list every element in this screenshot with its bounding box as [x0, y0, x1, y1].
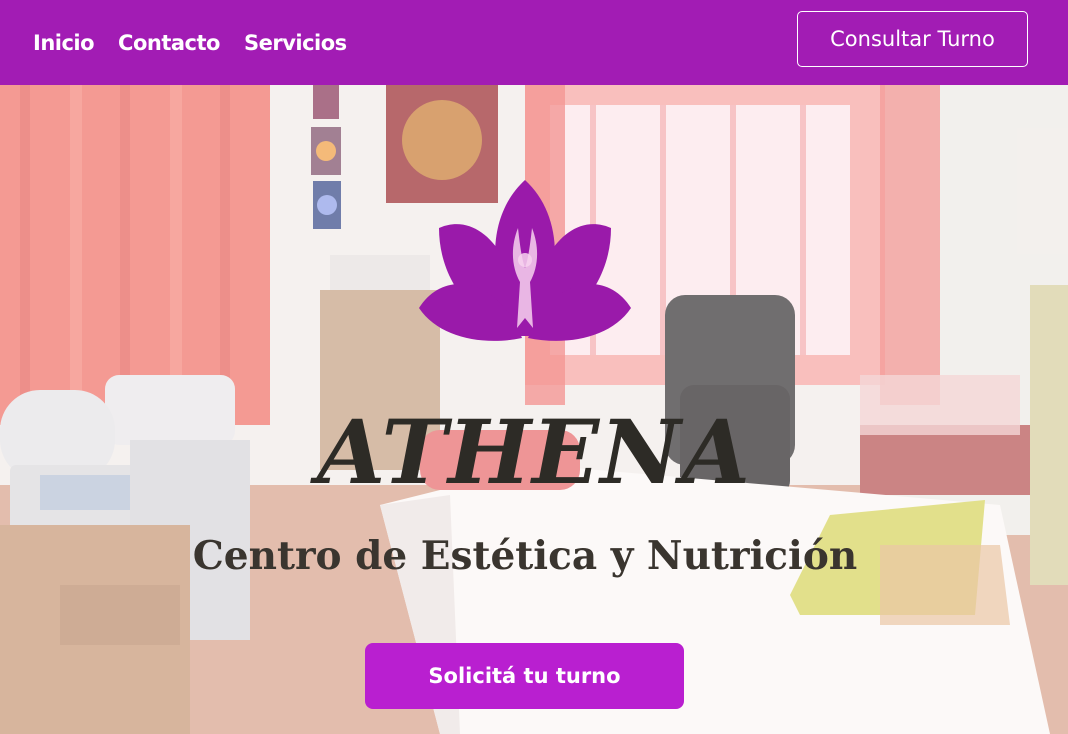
nav-link-inicio[interactable]: Inicio: [33, 31, 95, 55]
consultar-turno-button[interactable]: Consultar Turno: [797, 11, 1028, 67]
solicita-turno-button[interactable]: Solicitá tu turno: [365, 643, 684, 709]
nav-link-contacto[interactable]: Contacto: [118, 31, 220, 55]
hero-content: ATHENA Centro de Estética y Nutrición So…: [0, 85, 1068, 734]
top-navbar: Inicio Contacto Servicios Consultar Turn…: [0, 0, 1068, 85]
hero-section: ATHENA Centro de Estética y Nutrición So…: [0, 85, 1068, 734]
brand-title: ATHENA: [317, 400, 751, 504]
nav-link-servicios[interactable]: Servicios: [244, 31, 347, 55]
brand-subtitle: Centro de Estética y Nutrición: [192, 533, 858, 579]
lotus-flower-logo-icon: [419, 180, 631, 341]
nav-links: Inicio Contacto Servicios: [33, 31, 347, 55]
